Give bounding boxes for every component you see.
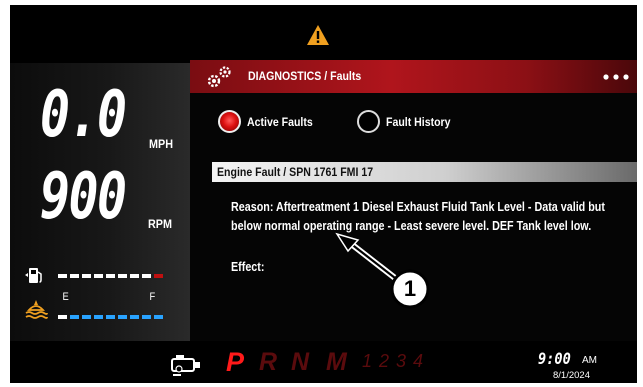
tab-fault-history-label: Fault History [386, 115, 451, 129]
diagnostics-header: DIAGNOSTICS / Faults [190, 60, 637, 93]
speed-unit: MPH [149, 137, 174, 151]
gear-park: P [226, 347, 245, 377]
rpm-value: 900 [40, 160, 127, 234]
clock-time: 9:00 [538, 349, 571, 368]
gear-reverse: R [259, 348, 278, 376]
gear-manual: M [326, 348, 347, 376]
def-level-bar [58, 315, 163, 319]
radio-unselected-icon [357, 110, 380, 133]
more-dots-icon[interactable] [603, 74, 629, 80]
fault-effect-label: Effect: [231, 260, 265, 274]
manual-gear-numbers: 1234 [362, 351, 431, 371]
fault-title: Engine Fault / SPN 1761 FMI 17 [217, 165, 374, 179]
clock-ampm: AM [582, 355, 597, 366]
def-empty-label: E [62, 291, 69, 303]
rpm-unit: RPM [148, 217, 173, 231]
status-bar: P R N M 1234 9:00 AM 8/1/2024 [10, 341, 637, 383]
service-icon [171, 355, 200, 376]
def-full-label: F [149, 291, 156, 303]
fault-title-bar[interactable]: Engine Fault / SPN 1761 FMI 17 [212, 162, 637, 182]
fuel-level-bar [58, 274, 163, 278]
gears-icon [207, 66, 231, 88]
callout-number: 1 [403, 276, 417, 301]
speed-value: 0.0 [40, 78, 127, 152]
fuel-pump-icon [25, 268, 42, 283]
diagnostics-title: DIAGNOSTICS / Faults [248, 69, 362, 83]
radio-selected-icon [218, 110, 241, 133]
fault-reason-text: Reason: Aftertreatment 1 Diesel Exhaust … [231, 200, 605, 233]
display-screen: 0.0 MPH 900 RPM E F DIAGNOSTICS / Faults… [10, 5, 637, 383]
tab-active-faults-label: Active Faults [247, 115, 313, 129]
def-fluid-icon [25, 300, 48, 319]
clock-date: 8/1/2024 [553, 370, 590, 381]
warning-triangle-icon [307, 25, 329, 45]
gear-neutral: N [291, 348, 310, 376]
